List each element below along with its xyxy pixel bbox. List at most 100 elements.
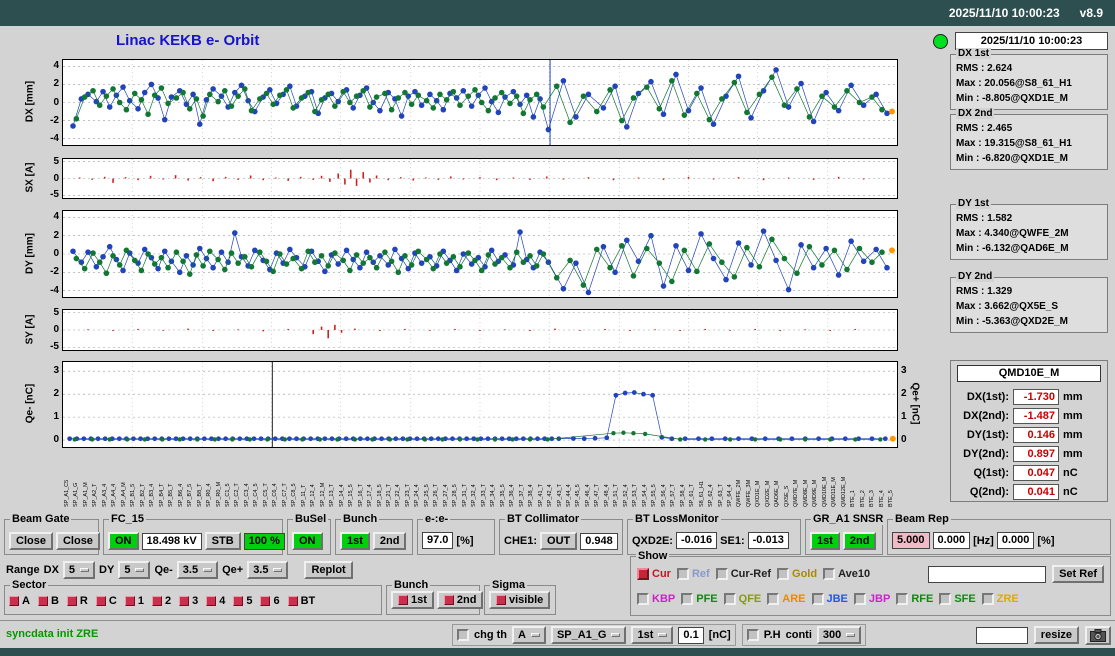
range-dy-select[interactable]: 5 xyxy=(118,561,151,579)
sector-toggle-4[interactable]: 4 xyxy=(206,595,225,607)
show-label: Gold xyxy=(792,568,818,580)
show-source-checkbox[interactable] xyxy=(637,593,649,605)
x-axis-label: SP_56_4 xyxy=(660,484,667,507)
show-source-toggle-jbp[interactable]: JBP xyxy=(853,593,890,605)
bunch-select[interactable]: 1st xyxy=(631,626,674,644)
show-source-checkbox[interactable] xyxy=(681,593,694,605)
bunch-toggle-1st[interactable]: 1st xyxy=(391,591,434,609)
show-source-checkbox[interactable] xyxy=(811,593,824,605)
resize-button[interactable]: resize xyxy=(1033,626,1079,644)
beam-gate-close-button-2[interactable]: Close xyxy=(55,532,100,550)
range-qep-select[interactable]: 3.5 xyxy=(247,561,289,579)
replot-button[interactable]: Replot xyxy=(304,561,353,579)
sector-checkbox[interactable] xyxy=(206,596,217,606)
fc15-on-button[interactable]: ON xyxy=(108,532,139,550)
count-input[interactable] xyxy=(975,626,1028,644)
sector-checkbox[interactable] xyxy=(66,596,77,606)
stat-box-title: DY 2nd xyxy=(956,271,995,282)
x-axis-label: SP_22_4 xyxy=(395,484,402,507)
sector-toggle-a[interactable]: A xyxy=(9,595,30,607)
sector-checkbox[interactable] xyxy=(37,596,48,606)
qe-plus-axis-label: Qe+ [nC] xyxy=(909,382,921,425)
show-source-toggle-rfe[interactable]: RFE xyxy=(896,593,933,605)
bunch-1st-button[interactable]: 1st xyxy=(340,532,370,550)
sector-checkbox[interactable] xyxy=(179,596,190,606)
show-toggle-gold[interactable]: Gold xyxy=(777,568,817,580)
set-ref-button[interactable]: Set Ref xyxy=(1052,565,1104,583)
sector-toggle-3[interactable]: 3 xyxy=(179,595,198,607)
y-tick-label: -5 xyxy=(50,189,59,200)
x-axis-label: SP_B3_4 xyxy=(149,483,156,507)
y-tick-label: 3 xyxy=(53,365,59,377)
sector-toggle-6[interactable]: 6 xyxy=(260,595,280,607)
sector-checkbox[interactable] xyxy=(233,596,244,606)
option-menu-indicator-icon xyxy=(846,633,856,637)
show-source-toggle-pfe[interactable]: PFE xyxy=(681,593,718,605)
che1-out-button[interactable]: OUT xyxy=(540,532,578,550)
show-checkbox[interactable] xyxy=(823,568,836,580)
show-toggle-cur[interactable]: Cur xyxy=(637,568,671,580)
busel-on-button[interactable]: ON xyxy=(292,532,323,550)
sector-toggle-5[interactable]: 5 xyxy=(233,595,252,607)
dy-axis-label: DY [mm] xyxy=(24,233,36,274)
show-row2: KBP PFE QFE ARE JBE JBP RFE SFE ZRE xyxy=(637,593,1104,605)
sector-checkbox[interactable] xyxy=(95,596,106,606)
show-source-toggle-zre[interactable]: ZRE xyxy=(981,593,1019,605)
show-toggle-ave10[interactable]: Ave10 xyxy=(823,568,870,580)
show-source-toggle-sfe[interactable]: SFE xyxy=(939,593,976,605)
show-source-toggle-kbp[interactable]: KBP xyxy=(637,593,675,605)
show-source-toggle-qfe[interactable]: QFE xyxy=(723,593,761,605)
range-qem-select[interactable]: 3.5 xyxy=(176,561,219,579)
sector-toggle-r[interactable]: R xyxy=(66,595,88,607)
sigma-visible-checkbox[interactable] xyxy=(496,595,506,605)
sector-toggle-1[interactable]: 1 xyxy=(124,595,144,607)
sector-toggle-c[interactable]: C xyxy=(95,595,117,607)
show-source-toggle-jbe[interactable]: JBE xyxy=(811,593,848,605)
show-source-checkbox[interactable] xyxy=(896,593,909,605)
sector-checkbox[interactable] xyxy=(124,596,135,606)
count-select[interactable]: 300 xyxy=(816,626,862,644)
bunch-2nd-button[interactable]: 2nd xyxy=(372,532,407,550)
show-checkbox[interactable] xyxy=(676,568,689,580)
show-toggle-cur-ref[interactable]: Cur-Ref xyxy=(715,568,771,580)
show-source-checkbox[interactable] xyxy=(939,593,952,605)
beam-gate-close-button-1[interactable]: Close xyxy=(9,532,53,550)
show-source-checkbox[interactable] xyxy=(853,593,866,605)
sector-checkbox[interactable] xyxy=(9,596,19,606)
sector-toggle-2[interactable]: 2 xyxy=(151,595,171,607)
monitor-row-label: Q(1st): xyxy=(973,466,1009,479)
show-checkbox[interactable] xyxy=(637,568,649,580)
sigma-visible-toggle[interactable]: visible xyxy=(489,591,551,609)
snsr-2nd-button[interactable]: 2nd xyxy=(842,532,877,550)
range-dx-select[interactable]: 5 xyxy=(62,561,96,579)
x-axis-label: SP_B7_5 xyxy=(187,483,194,507)
x-axis-label: SP_A1_G xyxy=(73,482,80,507)
mode-select[interactable]: A xyxy=(512,626,546,644)
sector-checkbox[interactable] xyxy=(260,596,271,606)
show-toggle-ref[interactable]: Ref xyxy=(676,568,710,580)
ref-name-input[interactable] xyxy=(928,565,1047,583)
sector-toggle-b[interactable]: B xyxy=(37,595,59,607)
show-source-checkbox[interactable] xyxy=(981,593,994,605)
show-source-checkbox[interactable] xyxy=(767,593,780,605)
screenshot-button[interactable] xyxy=(1085,625,1111,645)
sector-checkbox[interactable] xyxy=(151,596,162,606)
ph-checkbox[interactable] xyxy=(746,629,759,641)
bunch-toggle-2nd[interactable]: 2nd xyxy=(436,591,484,609)
chg-th-checkbox[interactable] xyxy=(457,629,469,641)
bunch-checkbox[interactable] xyxy=(443,595,454,605)
sp-select[interactable]: SP_A1_G xyxy=(550,626,627,644)
show-source-checkbox[interactable] xyxy=(723,593,736,605)
show-source-toggle-are[interactable]: ARE xyxy=(767,593,806,605)
x-axis-label: SP_33_T xyxy=(480,484,487,507)
fc15-stb-button[interactable]: STB xyxy=(204,532,241,550)
bunch-checkbox[interactable] xyxy=(398,595,408,605)
x-axis-label: SP_34_4 xyxy=(490,484,497,507)
monitor-row-value: 0.146 xyxy=(1013,426,1059,443)
sector-checkbox[interactable] xyxy=(287,596,298,606)
se1-value-display: -0.013 xyxy=(747,532,789,549)
snsr-1st-button[interactable]: 1st xyxy=(810,532,840,550)
sector-toggle-bt[interactable]: BT xyxy=(287,595,315,607)
show-checkbox[interactable] xyxy=(777,568,790,580)
show-checkbox[interactable] xyxy=(715,568,728,580)
